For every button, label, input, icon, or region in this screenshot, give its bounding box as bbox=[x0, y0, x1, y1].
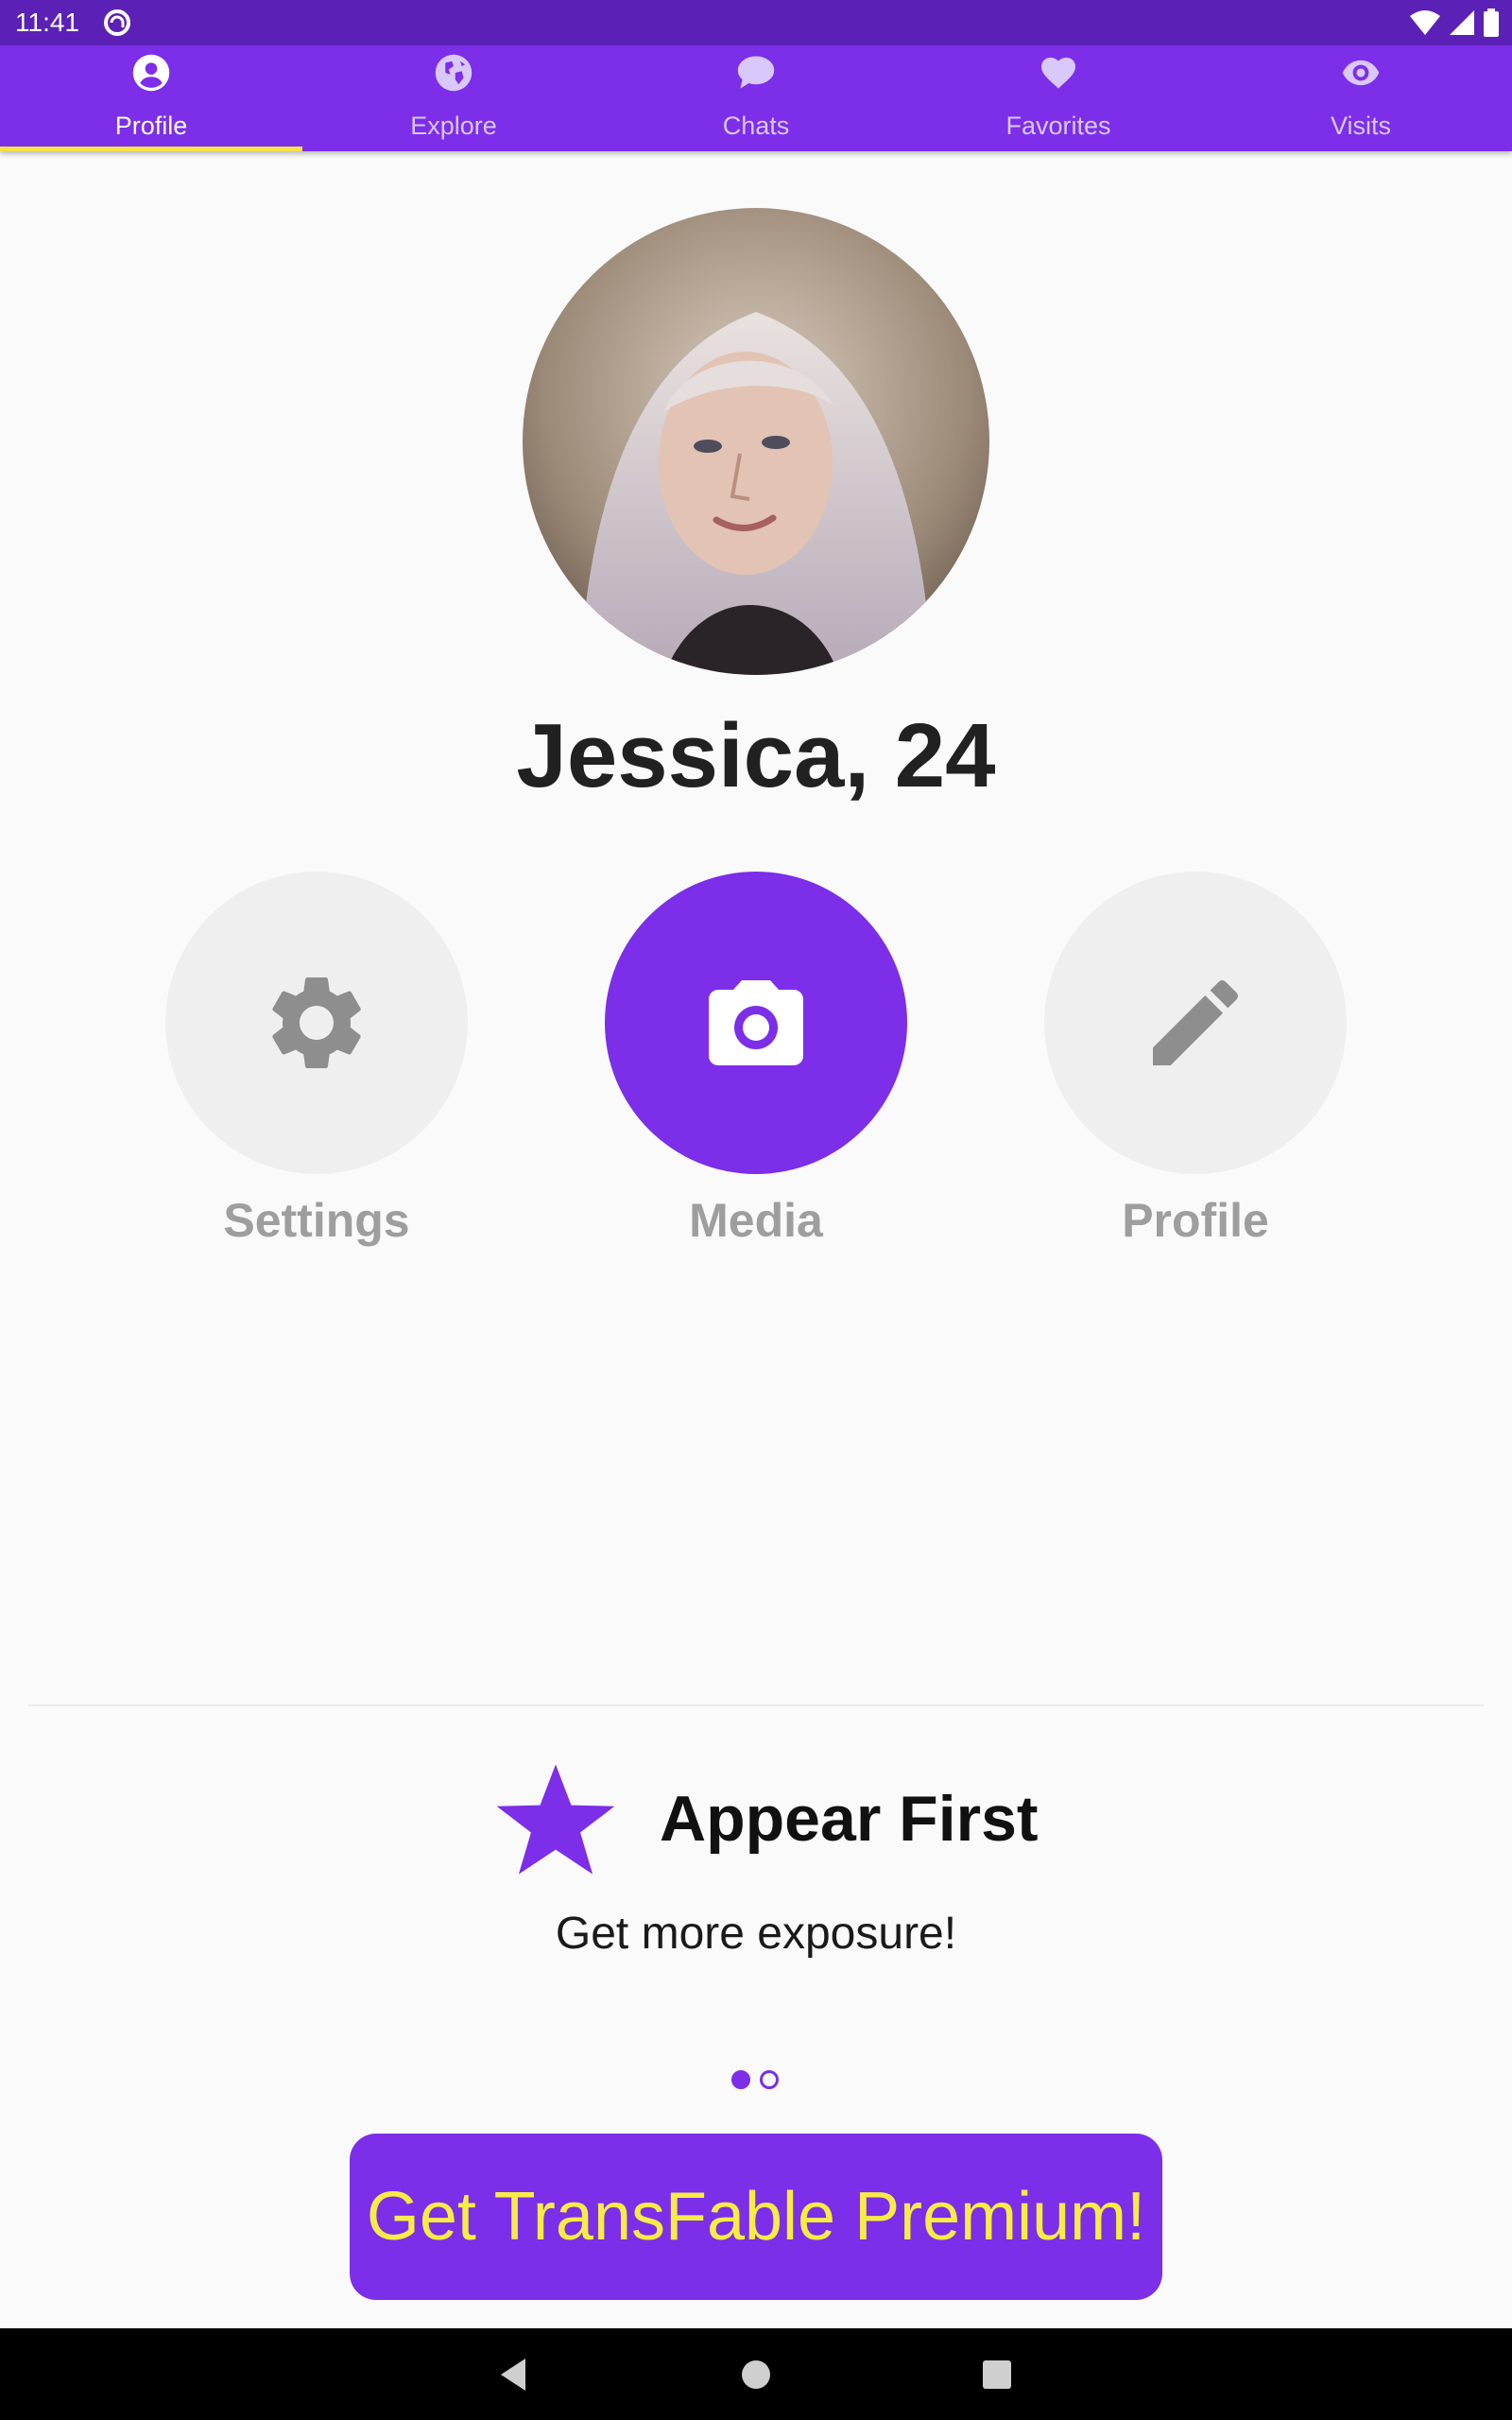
system-nav-bar bbox=[0, 2328, 1512, 2420]
globe-icon bbox=[435, 54, 472, 92]
tab-visits[interactable]: Visits bbox=[1210, 45, 1512, 151]
tab-explore[interactable]: Explore bbox=[302, 45, 605, 151]
tab-label: Profile bbox=[114, 112, 188, 140]
pencil-icon bbox=[1153, 979, 1239, 1065]
edit-profile-button[interactable] bbox=[1044, 872, 1347, 1174]
divider bbox=[28, 1704, 1484, 1706]
app-notification-icon bbox=[104, 9, 130, 36]
settings-label: Settings bbox=[223, 1194, 410, 1247]
tab-label: Chats bbox=[722, 112, 790, 140]
promo-title: Appear First bbox=[660, 1783, 1039, 1855]
edit-profile-label: Profile bbox=[1122, 1194, 1269, 1247]
eye-icon bbox=[1342, 60, 1380, 86]
active-tab-indicator bbox=[0, 147, 302, 151]
camera-icon bbox=[709, 980, 803, 1065]
avatar-photo bbox=[523, 208, 989, 675]
battery-icon bbox=[1484, 9, 1499, 37]
tab-label: Favorites bbox=[1005, 112, 1111, 140]
recents-icon[interactable] bbox=[973, 2351, 1021, 2398]
chat-bubble-icon bbox=[737, 56, 775, 89]
account-circle-icon bbox=[132, 54, 170, 92]
tab-chats[interactable]: Chats bbox=[605, 45, 907, 151]
tab-label: Explore bbox=[410, 112, 497, 140]
avatar[interactable] bbox=[523, 208, 989, 675]
carousel-dot[interactable] bbox=[760, 2070, 779, 2089]
cell-signal-icon bbox=[1450, 10, 1474, 35]
back-icon[interactable] bbox=[491, 2351, 539, 2398]
profile-name: Jessica, 24 bbox=[516, 705, 996, 806]
tab-profile[interactable]: Profile bbox=[0, 45, 302, 151]
gear-icon bbox=[272, 977, 361, 1068]
media-label: Media bbox=[689, 1194, 823, 1247]
star-icon bbox=[496, 1764, 615, 1875]
status-time: 11:41 bbox=[15, 8, 79, 37]
tab-bar: Profile Explore Chats Favorites Visits bbox=[0, 45, 1512, 151]
tab-favorites[interactable]: Favorites bbox=[907, 45, 1210, 151]
media-button[interactable] bbox=[605, 872, 907, 1174]
get-premium-button[interactable]: Get TransFable Premium! bbox=[350, 2134, 1162, 2300]
settings-button[interactable] bbox=[165, 872, 468, 1174]
status-bar: 11:41 bbox=[0, 0, 1512, 45]
tab-label: Visits bbox=[1330, 112, 1392, 140]
heart-icon bbox=[1040, 57, 1076, 89]
promo-subtitle: Get more exposure! bbox=[555, 1909, 957, 1959]
carousel-dot-active[interactable] bbox=[731, 2070, 750, 2089]
wifi-icon bbox=[1410, 10, 1440, 35]
home-icon[interactable] bbox=[732, 2351, 780, 2398]
